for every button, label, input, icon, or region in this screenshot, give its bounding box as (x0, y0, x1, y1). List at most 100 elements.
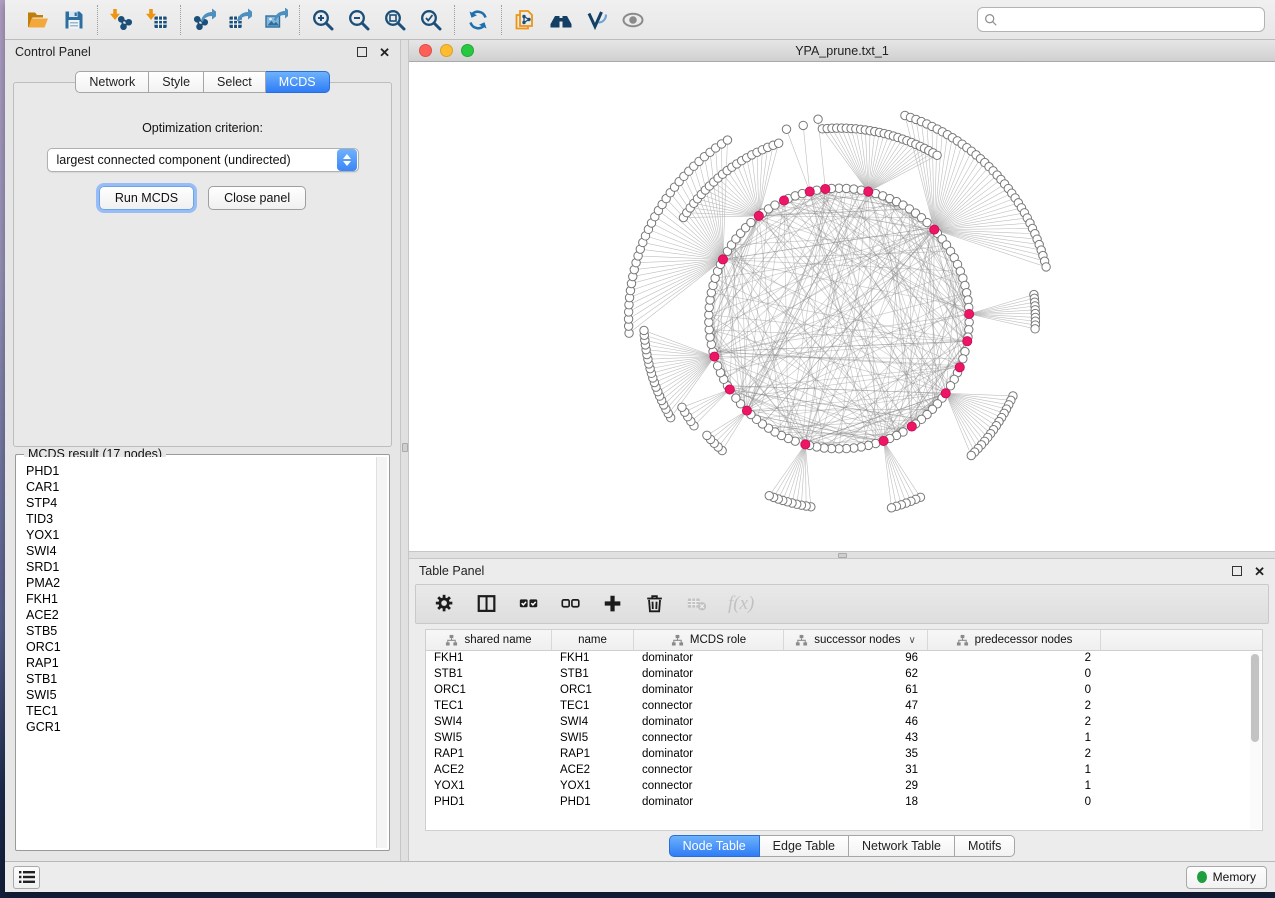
table-cell-shared-name[interactable]: PHD1 (426, 795, 552, 811)
table-cell-MCDS-role[interactable]: dominator (634, 683, 784, 699)
table-cell-MCDS-role[interactable]: connector (634, 699, 784, 715)
find-binoculars-button[interactable] (548, 7, 574, 33)
table-row[interactable]: TEC1TEC1connector472 (426, 699, 1262, 715)
apply-preferred-layout-button[interactable] (465, 7, 491, 33)
tab-node-table[interactable]: Node Table (669, 835, 760, 857)
open-file-button[interactable] (25, 7, 51, 33)
table-cell-predecessor-nodes[interactable]: 1 (928, 779, 1101, 795)
horizontal-splitter[interactable] (409, 551, 1275, 559)
mcds-result-item[interactable]: PMA2 (26, 575, 385, 591)
table-cell-predecessor-nodes[interactable]: 0 (928, 683, 1101, 699)
table-cell-MCDS-role[interactable]: connector (634, 763, 784, 779)
export-network-button[interactable] (191, 7, 217, 33)
table-cell-name[interactable]: SWI4 (552, 715, 634, 731)
toggle-graphics-details-button[interactable] (584, 7, 610, 33)
table-cell-successor-nodes[interactable]: 96 (784, 651, 928, 667)
mcds-result-item[interactable]: TID3 (26, 511, 385, 527)
table-cell-name[interactable]: STB1 (552, 667, 634, 683)
show-columns-button[interactable] (476, 590, 498, 618)
column-header-MCDS-role[interactable]: MCDS role (634, 630, 784, 650)
create-new-column-button[interactable] (602, 590, 624, 618)
mcds-result-item[interactable]: CAR1 (26, 479, 385, 495)
table-row[interactable]: ORC1ORC1dominator610 (426, 683, 1262, 699)
table-row[interactable]: FKH1FKH1dominator962 (426, 651, 1262, 667)
table-cell-name[interactable]: RAP1 (552, 747, 634, 763)
table-cell-predecessor-nodes[interactable]: 1 (928, 731, 1101, 747)
mcds-result-item[interactable]: GCR1 (26, 719, 385, 735)
table-cell-predecessor-nodes[interactable]: 1 (928, 763, 1101, 779)
tab-mcds[interactable]: MCDS (266, 71, 330, 93)
network-canvas[interactable] (409, 62, 1275, 551)
table-cell-successor-nodes[interactable]: 18 (784, 795, 928, 811)
mcds-result-item[interactable]: STB1 (26, 671, 385, 687)
table-row[interactable]: ACE2ACE2connector311 (426, 763, 1262, 779)
import-table-from-file-button[interactable] (144, 7, 170, 33)
splitter-grip[interactable] (838, 553, 847, 558)
table-cell-predecessor-nodes[interactable]: 0 (928, 795, 1101, 811)
table-cell-shared-name[interactable]: ACE2 (426, 763, 552, 779)
table-row[interactable]: SWI4SWI4dominator462 (426, 715, 1262, 731)
show-network-overview-eye-button[interactable] (620, 7, 646, 33)
close-panel-button[interactable]: Close panel (208, 186, 306, 210)
column-header-shared-name[interactable]: shared name (426, 630, 552, 650)
table-options-gear-button[interactable] (434, 590, 456, 618)
table-cell-MCDS-role[interactable]: dominator (634, 667, 784, 683)
table-cell-successor-nodes[interactable]: 46 (784, 715, 928, 731)
table-cell-predecessor-nodes[interactable]: 2 (928, 715, 1101, 731)
mcds-result-item[interactable]: SRD1 (26, 559, 385, 575)
tab-style[interactable]: Style (149, 71, 204, 93)
zoom-selected-region-button[interactable] (418, 7, 444, 33)
table-cell-name[interactable]: TEC1 (552, 699, 634, 715)
mcds-result-item[interactable]: ACE2 (26, 607, 385, 623)
table-cell-MCDS-role[interactable]: connector (634, 731, 784, 747)
table-cell-shared-name[interactable]: SWI5 (426, 731, 552, 747)
table-cell-shared-name[interactable]: SWI4 (426, 715, 552, 731)
close-panel-icon[interactable]: ✕ (379, 46, 390, 59)
table-cell-successor-nodes[interactable]: 61 (784, 683, 928, 699)
table-cell-shared-name[interactable]: FKH1 (426, 651, 552, 667)
table-scrollbar[interactable] (1250, 652, 1261, 829)
save-session-button[interactable] (61, 7, 87, 33)
table-cell-name[interactable]: PHD1 (552, 795, 634, 811)
table-cell-successor-nodes[interactable]: 43 (784, 731, 928, 747)
table-cell-successor-nodes[interactable]: 35 (784, 747, 928, 763)
float-panel-icon[interactable] (357, 47, 367, 57)
network-graph[interactable] (409, 62, 1275, 551)
table-cell-name[interactable]: SWI5 (552, 731, 634, 747)
import-network-from-file-button[interactable] (108, 7, 134, 33)
search-input[interactable] (1003, 13, 1258, 27)
close-panel-icon[interactable]: ✕ (1254, 565, 1265, 578)
table-cell-shared-name[interactable]: TEC1 (426, 699, 552, 715)
table-row[interactable]: SWI5SWI5connector431 (426, 731, 1262, 747)
zoom-window-light[interactable] (461, 44, 474, 57)
mcds-result-item[interactable]: SWI4 (26, 543, 385, 559)
mcds-result-item[interactable]: PHD1 (26, 463, 385, 479)
table-cell-predecessor-nodes[interactable]: 2 (928, 699, 1101, 715)
table-cell-shared-name[interactable]: STB1 (426, 667, 552, 683)
splitter-grip[interactable] (402, 443, 408, 452)
tab-network-table[interactable]: Network Table (849, 835, 955, 857)
table-cell-successor-nodes[interactable]: 62 (784, 667, 928, 683)
table-cell-MCDS-role[interactable]: dominator (634, 795, 784, 811)
table-cell-name[interactable]: ORC1 (552, 683, 634, 699)
scrollbar-thumb[interactable] (1251, 654, 1259, 742)
table-cell-predecessor-nodes[interactable]: 0 (928, 667, 1101, 683)
mcds-result-item[interactable]: RAP1 (26, 655, 385, 671)
tab-edge-table[interactable]: Edge Table (760, 835, 849, 857)
network-from-selection-button[interactable] (512, 7, 538, 33)
table-cell-shared-name[interactable]: YOX1 (426, 779, 552, 795)
zoom-in-button[interactable] (310, 7, 336, 33)
delete-columns-trash-button[interactable] (644, 590, 666, 618)
memory-button[interactable]: Memory (1186, 866, 1267, 889)
table-cell-successor-nodes[interactable]: 31 (784, 763, 928, 779)
mcds-result-list[interactable]: PHD1CAR1STP4TID3YOX1SWI4SRD1PMA2FKH1ACE2… (18, 457, 387, 848)
minimize-window-light[interactable] (440, 44, 453, 57)
table-cell-MCDS-role[interactable]: dominator (634, 715, 784, 731)
float-panel-icon[interactable] (1232, 566, 1242, 576)
table-cell-name[interactable]: ACE2 (552, 763, 634, 779)
mcds-result-item[interactable]: ORC1 (26, 639, 385, 655)
table-row[interactable]: PHD1PHD1dominator180 (426, 795, 1262, 811)
column-header-successor-nodes[interactable]: successor nodes∨ (784, 630, 928, 650)
deselect-all-columns-button[interactable] (560, 590, 582, 618)
task-history-button[interactable] (13, 866, 40, 889)
